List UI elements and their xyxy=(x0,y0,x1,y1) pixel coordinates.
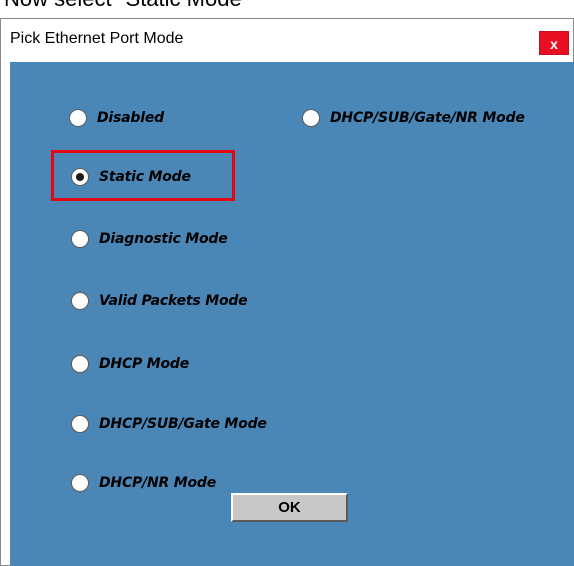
radio-button-icon[interactable] xyxy=(71,292,89,310)
radio-label: Valid Packets Mode xyxy=(99,293,248,309)
radio-dhcp-sub-gate-nr[interactable]: DHCP/SUB/Gate/NR Mode xyxy=(302,109,525,127)
radio-label: DHCP/SUB/Gate/NR Mode xyxy=(330,110,525,126)
radio-valid-packets-mode[interactable]: Valid Packets Mode xyxy=(71,292,248,310)
radio-button-icon[interactable] xyxy=(71,474,89,492)
radio-diagnostic-mode[interactable]: Diagnostic Mode xyxy=(71,230,228,248)
caption-text: Now select "Static Mode" xyxy=(4,0,250,12)
radio-dhcp-sub-gate-mode[interactable]: DHCP/SUB/Gate Mode xyxy=(71,415,267,433)
radio-dhcp-nr-mode[interactable]: DHCP/NR Mode xyxy=(71,474,216,492)
radio-label: DHCP Mode xyxy=(99,356,190,372)
ethernet-mode-dialog: Pick Ethernet Port Mode x Disabled DHCP/… xyxy=(0,18,574,566)
radio-button-icon[interactable] xyxy=(69,109,87,127)
radio-button-icon[interactable] xyxy=(302,109,320,127)
dialog-client-area: Disabled DHCP/SUB/Gate/NR Mode Static Mo… xyxy=(10,62,574,566)
radio-label: DHCP/SUB/Gate Mode xyxy=(99,416,267,432)
radio-label: Disabled xyxy=(97,110,164,126)
radio-button-icon[interactable] xyxy=(71,230,89,248)
radio-disabled[interactable]: Disabled xyxy=(69,109,164,127)
radio-dhcp-mode[interactable]: DHCP Mode xyxy=(71,355,189,373)
dialog-titlebar: Pick Ethernet Port Mode x xyxy=(1,19,573,61)
annotation-highlight-box xyxy=(51,150,235,201)
close-button[interactable]: x xyxy=(539,31,569,55)
radio-button-icon[interactable] xyxy=(71,355,89,373)
radio-label: Diagnostic Mode xyxy=(99,231,228,247)
radio-label: DHCP/NR Mode xyxy=(99,475,217,491)
radio-button-icon[interactable] xyxy=(71,415,89,433)
ok-button[interactable]: OK xyxy=(231,493,348,522)
dialog-title: Pick Ethernet Port Mode xyxy=(10,30,184,47)
